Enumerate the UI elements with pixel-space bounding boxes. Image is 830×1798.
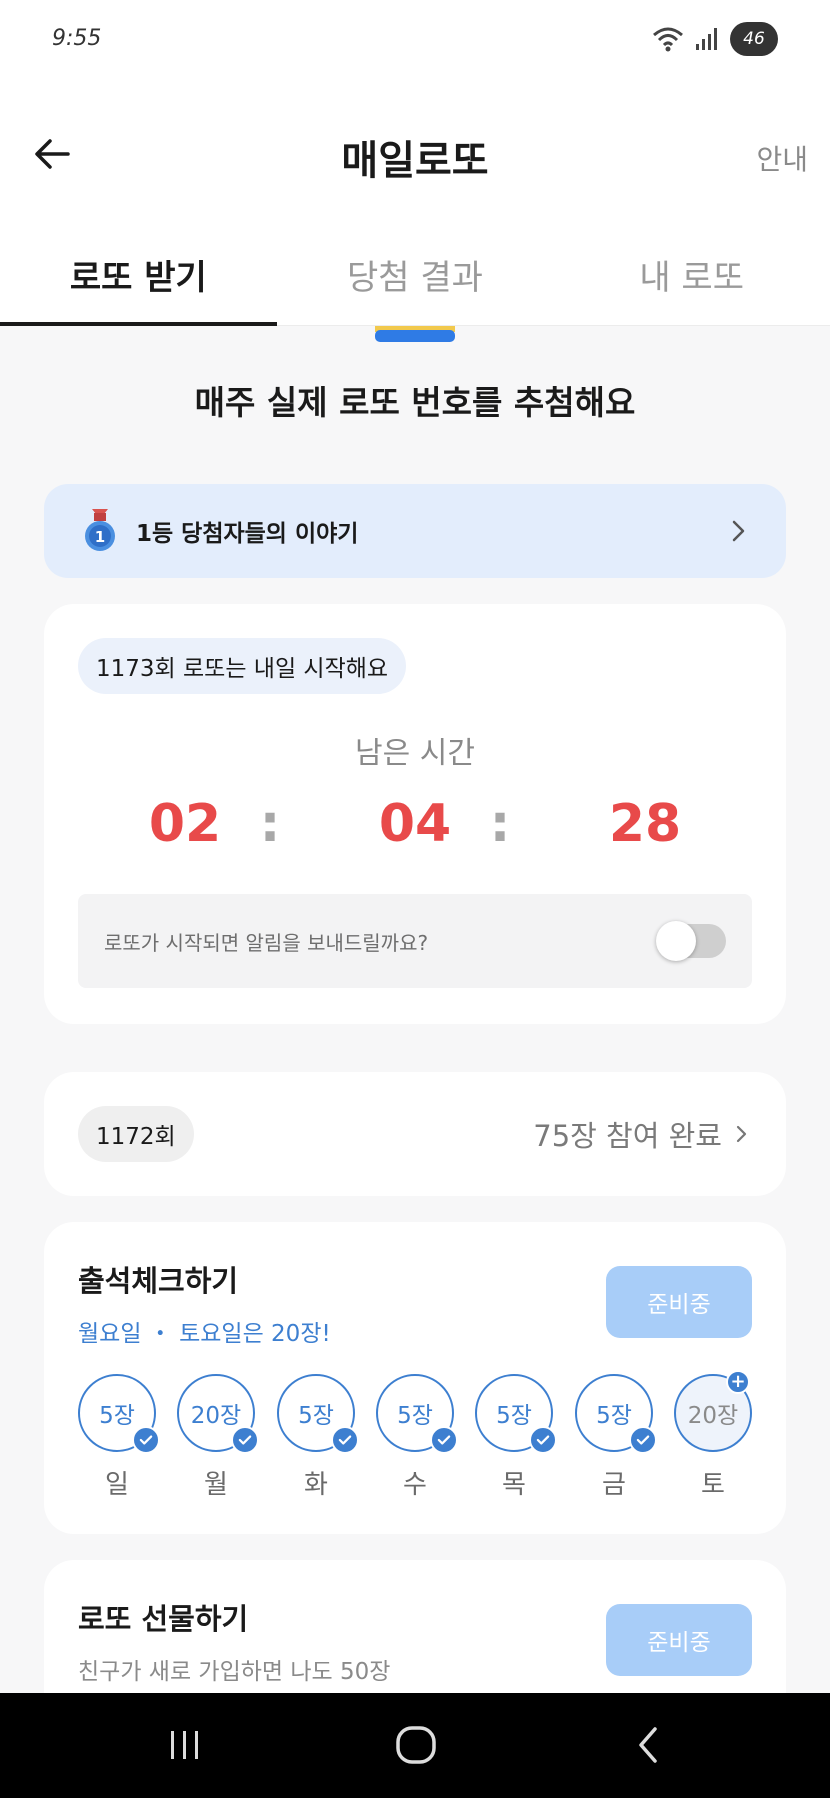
notify-row: 로또가 시작되면 알림을 보내드릴까요? <box>78 894 752 988</box>
day-item-mon: 20장 월 <box>177 1374 259 1501</box>
timer-minutes: 04 <box>378 794 452 854</box>
winner-story-banner[interactable]: 1 1등 당첨자들의 이야기 <box>44 484 786 578</box>
day-circle: 5장 <box>277 1374 359 1454</box>
tab-get-lotto[interactable]: 로또 받기 <box>0 230 277 326</box>
medal-icon: 1 <box>85 509 115 551</box>
attendance-title: 출석체크하기 <box>78 1264 239 1298</box>
remain-time-label: 남은 시간 <box>355 736 475 771</box>
past-round-chip: 1172회 <box>78 1106 194 1162</box>
home-button[interactable] <box>386 1719 446 1771</box>
tab-bar: 로또 받기 당첨 결과 내 로또 <box>0 230 830 326</box>
recent-apps-button[interactable] <box>155 1719 215 1771</box>
signal-icon <box>696 28 717 50</box>
plus-icon: + <box>726 1370 750 1394</box>
main-content: 매주 실제 로또 번호를 추첨해요 1 1등 당첨자들의 이야기 1173회 로… <box>0 326 830 1693</box>
chevron-right-icon <box>732 520 745 542</box>
check-icon <box>132 1426 160 1454</box>
hero-text: 매주 실제 로또 번호를 추첨해요 <box>194 383 636 422</box>
day-circle: 5장 <box>78 1374 160 1454</box>
timer-separator: : <box>259 794 281 854</box>
guide-link[interactable]: 안내 <box>756 138 808 178</box>
check-icon <box>529 1426 557 1454</box>
day-label: 일 <box>105 1470 129 1500</box>
page-title: 매일로또 <box>341 138 489 184</box>
gift-subtitle: 친구가 새로 가입하면 나도 50장 <box>78 1659 391 1685</box>
past-round-status: 75장 참여 완료 <box>533 1113 752 1155</box>
gift-ready-button[interactable]: 준비중 <box>606 1604 752 1676</box>
day-amount: 5장 <box>99 1403 135 1429</box>
day-amount: 20장 <box>687 1403 739 1429</box>
timer-seconds: 28 <box>608 794 682 854</box>
day-circle: 20장 <box>177 1374 259 1454</box>
day-label: 금 <box>602 1470 626 1500</box>
check-icon <box>430 1426 458 1454</box>
status-icons: 46 <box>652 22 778 56</box>
timer-hours: 02 <box>148 794 222 854</box>
day-amount: 5장 <box>496 1403 532 1429</box>
day-amount: 5장 <box>298 1403 334 1429</box>
hero-illustration <box>375 326 455 342</box>
header: 매일로또 안내 <box>0 80 830 230</box>
day-amount: 5장 <box>397 1403 433 1429</box>
notify-toggle[interactable] <box>656 921 726 961</box>
day-amount: 20장 <box>190 1403 242 1429</box>
medal-number: 1 <box>95 528 105 546</box>
attendance-days: 5장 일 20장 월 5장 화 5장 수 5장 목 5장 금 20장 + 토 <box>78 1370 752 1504</box>
timer-separator: : <box>489 794 511 854</box>
system-nav-bar <box>0 1693 830 1798</box>
notify-text: 로또가 시작되면 알림을 보내드릴까요? <box>104 930 429 955</box>
countdown-card: 1173회 로또는 내일 시작해요 남은 시간 02 : 04 : 28 로또가… <box>44 604 786 1024</box>
attendance-subtitle: 월요일 ・ 토요일은 20장! <box>78 1321 331 1347</box>
status-bar: 9:55 46 <box>0 0 830 80</box>
check-icon <box>331 1426 359 1454</box>
home-icon <box>396 1726 436 1764</box>
attendance-ready-button[interactable]: 준비중 <box>606 1266 752 1338</box>
day-label: 목 <box>502 1470 526 1500</box>
toggle-knob <box>656 921 696 961</box>
day-amount: 5장 <box>596 1403 632 1429</box>
day-circle: 5장 <box>475 1374 557 1454</box>
attendance-card: 출석체크하기 월요일 ・ 토요일은 20장! 준비중 5장 일 20장 월 5장… <box>44 1222 786 1534</box>
chevron-right-icon <box>736 1125 747 1143</box>
day-item-wed: 5장 수 <box>376 1374 458 1501</box>
story-banner-text: 1등 당첨자들의 이야기 <box>136 521 359 547</box>
countdown-timer: 02 : 04 : 28 <box>44 794 786 864</box>
check-icon <box>629 1426 657 1454</box>
recent-apps-icon <box>171 1731 198 1759</box>
system-back-button[interactable] <box>618 1719 678 1771</box>
tab-my-lotto[interactable]: 내 로또 <box>553 230 830 325</box>
gift-title: 로또 선물하기 <box>78 1602 249 1636</box>
day-label: 수 <box>403 1470 427 1500</box>
round-notice-chip: 1173회 로또는 내일 시작해요 <box>78 638 407 694</box>
status-time: 9:55 <box>52 26 102 51</box>
day-label: 화 <box>304 1470 328 1500</box>
gift-card: 로또 선물하기 친구가 새로 가입하면 나도 50장 준비중 <box>44 1560 786 1693</box>
battery-icon: 46 <box>730 22 778 56</box>
day-circle: 5장 <box>575 1374 657 1454</box>
day-item-thu: 5장 목 <box>475 1374 557 1501</box>
day-circle[interactable]: 20장 + <box>674 1370 752 1452</box>
past-round-card[interactable]: 1172회 75장 참여 완료 <box>44 1072 786 1196</box>
back-icon <box>639 1727 657 1763</box>
tab-results[interactable]: 당첨 결과 <box>277 230 554 325</box>
past-round-status-text: 75장 참여 완료 <box>533 1119 722 1153</box>
check-icon <box>231 1426 259 1454</box>
wifi-icon <box>653 27 683 52</box>
day-label: 토 <box>701 1470 725 1500</box>
day-item-tue: 5장 화 <box>277 1374 359 1501</box>
day-circle: 5장 <box>376 1374 458 1454</box>
day-label: 월 <box>204 1470 228 1500</box>
day-item-sun: 5장 일 <box>78 1374 160 1501</box>
day-item-fri: 5장 금 <box>575 1374 657 1501</box>
day-item-sat[interactable]: 20장 + 토 <box>674 1370 752 1501</box>
